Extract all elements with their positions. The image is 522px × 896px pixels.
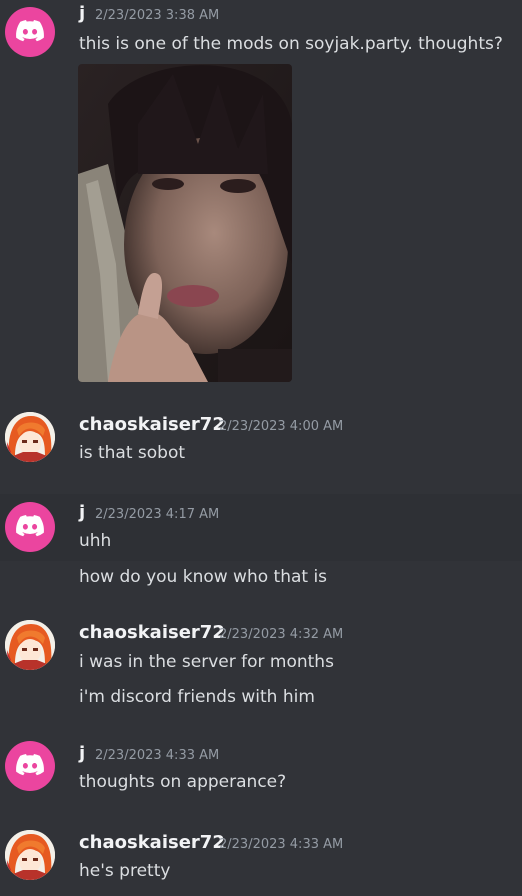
timestamp: 2/23/2023 4:32 AM — [219, 627, 344, 642]
discord-logo-icon — [16, 754, 44, 776]
timestamp: 2/23/2023 4:17 AM — [95, 507, 220, 522]
message-group: chaoskaiser72 2/23/2023 4:33 AM he's pre… — [0, 816, 522, 896]
message-text: i was in the server for months — [79, 652, 334, 672]
username[interactable]: j — [79, 743, 85, 764]
username[interactable]: chaoskaiser72 — [79, 832, 225, 853]
timestamp: 2/23/2023 4:33 AM — [95, 748, 220, 763]
message-group: j 2/23/2023 4:33 AM thoughts on apperanc… — [0, 730, 522, 810]
message-continuation: how do you know who that is — [0, 561, 522, 595]
message-group: chaoskaiser72 2/23/2023 4:32 AM i was in… — [0, 606, 522, 721]
timestamp: 2/23/2023 4:33 AM — [219, 837, 344, 852]
anime-character-icon — [5, 830, 55, 880]
timestamp: 2/23/2023 4:00 AM — [219, 419, 344, 434]
username[interactable]: chaoskaiser72 — [79, 622, 225, 643]
discord-avatar[interactable] — [5, 7, 55, 57]
anime-avatar[interactable] — [5, 620, 55, 670]
message-text: uhh — [79, 531, 112, 551]
anime-avatar[interactable] — [5, 830, 55, 880]
anime-character-icon — [5, 620, 55, 670]
username[interactable]: j — [79, 3, 85, 24]
message-text: how do you know who that is — [79, 567, 328, 587]
message-text: he's pretty — [79, 861, 171, 881]
attached-photo[interactable] — [78, 64, 292, 382]
message-group: j 2/23/2023 3:38 AM this is one of the m… — [0, 0, 522, 395]
message-text: is that sobot — [79, 443, 186, 463]
discord-avatar[interactable] — [5, 741, 55, 791]
username[interactable]: chaoskaiser72 — [79, 414, 225, 435]
message-group: j 2/23/2023 4:17 AM uhh — [0, 494, 522, 561]
anime-character-icon — [5, 412, 55, 462]
message-group: chaoskaiser72 2/23/2023 4:00 AM is that … — [0, 398, 522, 478]
message-text: this is one of the mods on soyjak.party.… — [79, 34, 503, 54]
anime-avatar[interactable] — [5, 412, 55, 462]
message-text: i'm discord friends with him — [79, 687, 315, 707]
discord-logo-icon — [16, 515, 44, 537]
timestamp: 2/23/2023 3:38 AM — [95, 8, 220, 23]
discord-logo-icon — [16, 20, 44, 42]
username[interactable]: j — [79, 502, 85, 523]
message-text: thoughts on apperance? — [79, 772, 287, 792]
discord-avatar[interactable] — [5, 502, 55, 552]
